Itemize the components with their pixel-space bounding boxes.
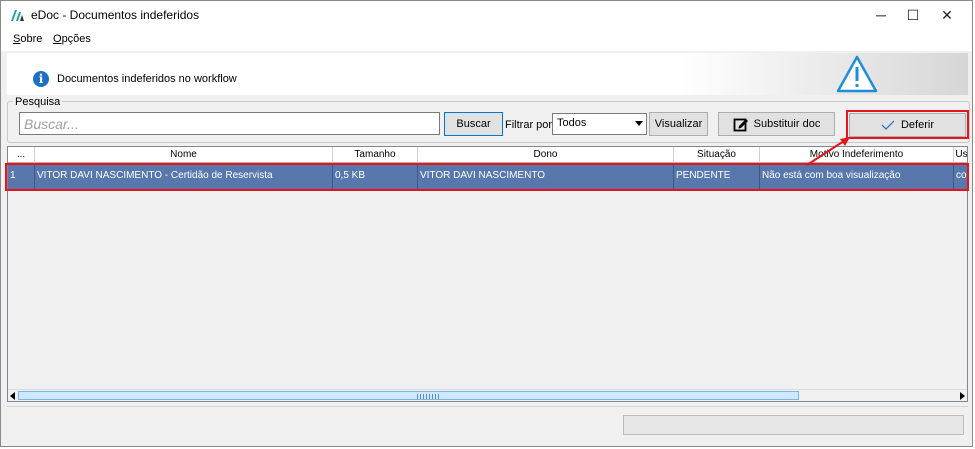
menu-opcoes[interactable]: Opções — [53, 33, 91, 45]
menu-opcoes-mnemonic: O — [53, 33, 62, 45]
scrollbar-thumb[interactable] — [18, 391, 799, 400]
info-banner: i Documentos indeferidos no workflow — [7, 53, 968, 95]
scroll-left-arrow-icon[interactable] — [10, 392, 15, 400]
menu-sobre[interactable]: Sobre — [13, 33, 42, 45]
menu-opcoes-label: pções — [61, 33, 91, 45]
window-title: eDoc - Documentos indeferidos — [31, 8, 200, 22]
progress-bar — [623, 415, 964, 435]
close-button[interactable]: ✕ — [924, 1, 970, 29]
filter-label: Filtrar por: — [505, 119, 556, 131]
filter-selected-value: Todos — [557, 117, 587, 129]
replace-doc-label: Substituir doc — [753, 118, 821, 130]
search-button[interactable]: Buscar — [444, 112, 503, 136]
close-icon: ✕ — [941, 6, 953, 23]
annotation-arrow-icon — [806, 137, 850, 166]
column-header-tamanho[interactable]: Tamanho — [333, 147, 418, 163]
menu-bar: Sobre Opções — [1, 29, 972, 51]
horizontal-scrollbar[interactable] — [8, 389, 967, 401]
menu-sobre-label: obre — [20, 33, 43, 45]
dropdown-arrow-icon — [635, 121, 643, 126]
banner-text: Documentos indeferidos no workflow — [57, 73, 237, 85]
search-input[interactable]: Buscar... — [19, 112, 440, 135]
column-header-dono[interactable]: Dono — [418, 147, 674, 163]
scroll-right-arrow-icon[interactable] — [960, 392, 965, 400]
search-group-label: Pesquisa — [13, 96, 63, 108]
status-divider — [7, 406, 968, 407]
scrollbar-grip-icon — [417, 394, 439, 399]
edoc-logo-icon — [11, 10, 24, 21]
column-header-index[interactable]: ... — [8, 147, 35, 163]
minimize-icon: ─ — [876, 7, 886, 23]
approve-button-highlight — [846, 110, 969, 139]
maximize-icon: ☐ — [906, 6, 920, 23]
view-button-label: Visualizar — [654, 118, 703, 130]
filter-select[interactable]: Todos — [552, 113, 647, 135]
warning-triangle-icon — [836, 55, 878, 93]
info-icon: i — [33, 71, 49, 87]
column-header-usuario[interactable]: Us — [954, 147, 967, 163]
title-bar[interactable]: eDoc - Documentos indeferidos ─ ☐ ✕ — [1, 1, 972, 29]
column-header-nome[interactable]: Nome — [35, 147, 333, 163]
app-window: eDoc - Documentos indeferidos ─ ☐ ✕ Sobr… — [0, 0, 973, 447]
column-header-situacao[interactable]: Situação — [674, 147, 760, 163]
search-button-label: Buscar — [456, 118, 491, 130]
edit-document-icon — [733, 118, 748, 132]
view-button[interactable]: Visualizar — [649, 112, 708, 136]
